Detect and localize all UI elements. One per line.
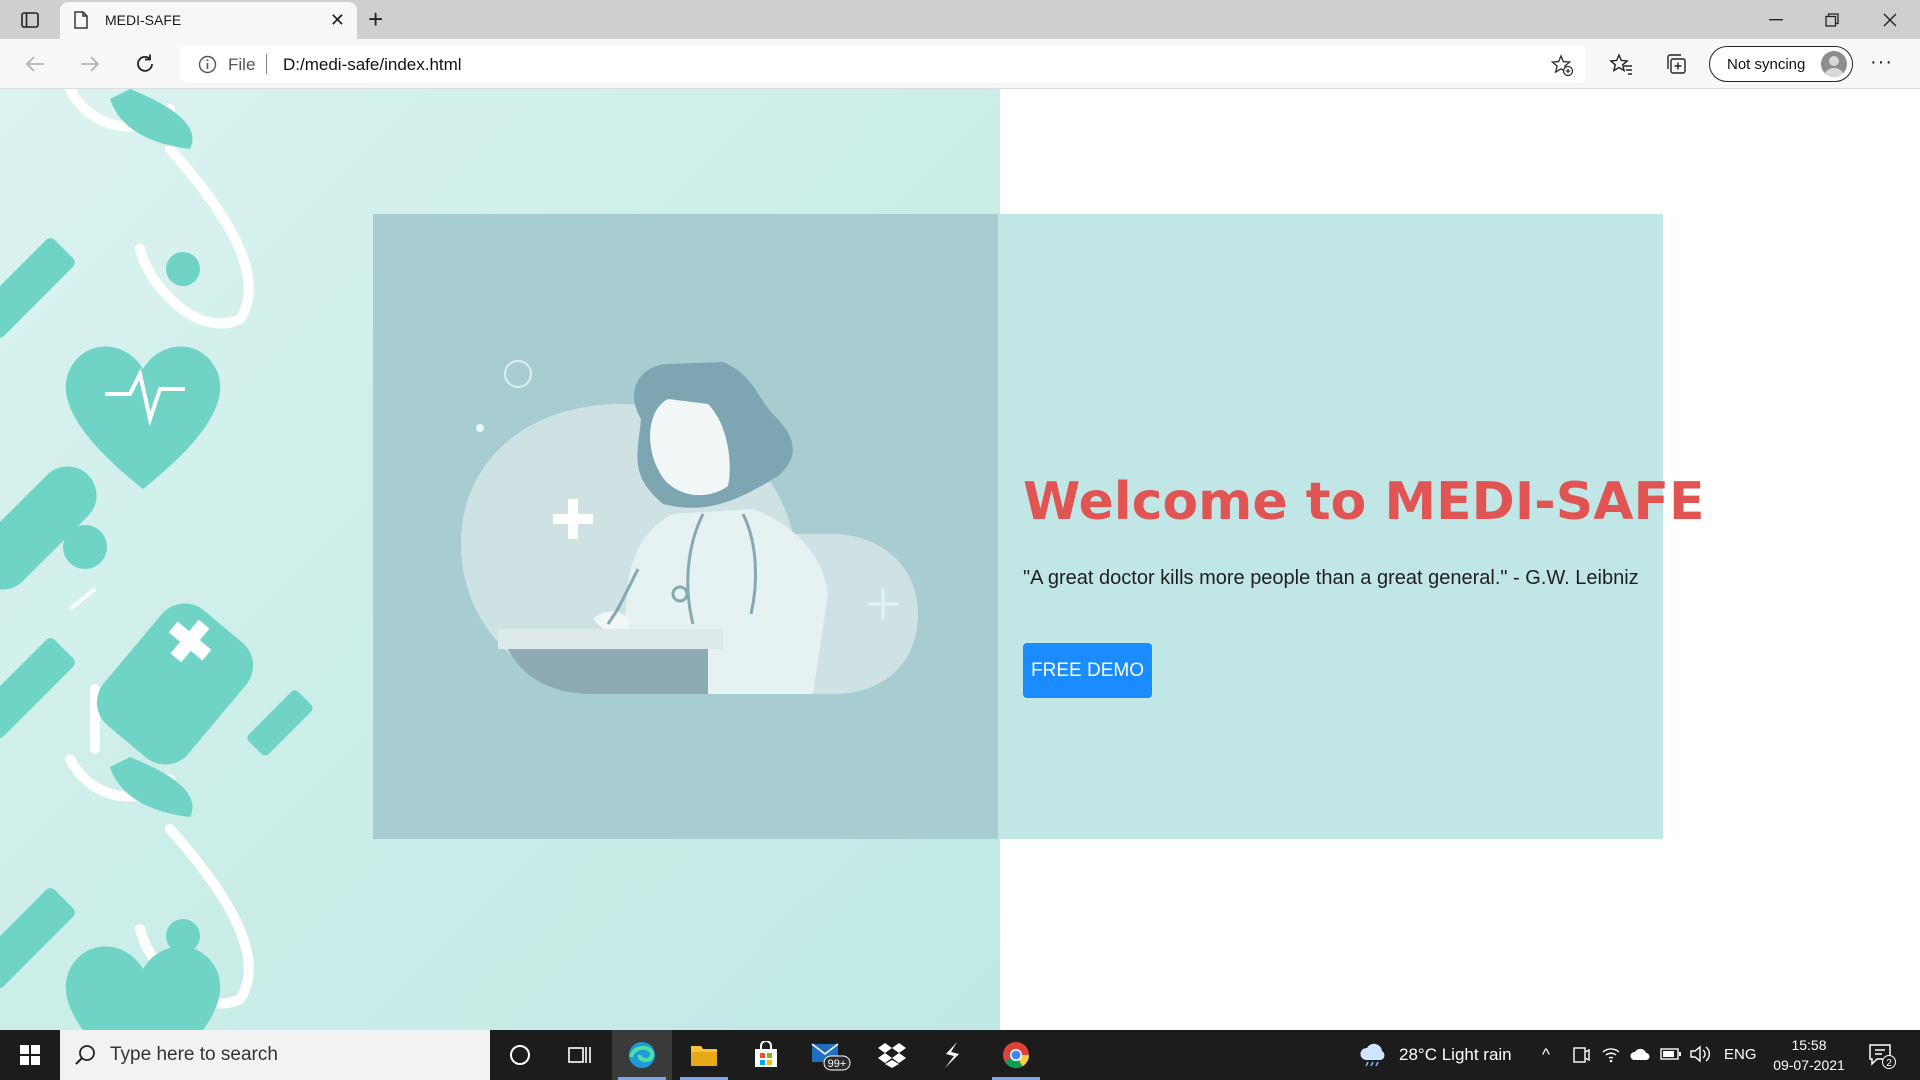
address-bar-row: File D:/medi-safe/index.html Not syncing… — [0, 39, 1920, 89]
page-heading: Welcome to MEDI-SAFE — [1023, 472, 1705, 532]
hero-quote: "A great doctor kills more people than a… — [1023, 567, 1639, 589]
new-tab-icon[interactable]: + — [368, 6, 383, 32]
language-indicator[interactable]: ENG — [1724, 1046, 1757, 1063]
edge-browser-icon[interactable] — [612, 1030, 672, 1080]
clock-date: 09-07-2021 — [1773, 1057, 1845, 1073]
store-icon[interactable] — [736, 1030, 796, 1080]
onedrive-icon[interactable] — [1630, 1047, 1650, 1066]
clock-time: 15:58 — [1791, 1037, 1827, 1053]
address-separator — [266, 54, 267, 74]
more-options-icon[interactable]: ··· — [1870, 51, 1893, 74]
hero-card: Welcome to MEDI-SAFE "A great doctor kil… — [373, 214, 1704, 839]
chrome-icon[interactable] — [986, 1030, 1046, 1080]
notification-count: 2 — [1886, 1058, 1892, 1069]
tab-strip: MEDI-SAFE ✕ + — [0, 0, 1920, 39]
weather-icon[interactable] — [1358, 1042, 1388, 1071]
notifications-icon[interactable]: 2 — [1868, 1043, 1896, 1074]
avatar-icon — [1821, 51, 1847, 77]
taskbar-clock[interactable]: 15:58 09-07-2021 — [1766, 1035, 1852, 1075]
doctor-illustration-art — [461, 360, 918, 694]
tab-title: MEDI-SAFE — [105, 12, 182, 28]
hero-text: Welcome to MEDI-SAFE "A great doctor kil… — [1023, 214, 1704, 839]
minimize-icon[interactable] — [1748, 0, 1804, 39]
add-favorite-icon[interactable] — [1550, 53, 1574, 82]
mail-icon[interactable]: 99+ — [800, 1030, 860, 1080]
cortana-icon[interactable] — [490, 1030, 550, 1080]
volume-icon[interactable] — [1690, 1045, 1712, 1068]
page-icon — [74, 11, 88, 34]
windows-start-icon[interactable] — [0, 1030, 60, 1080]
mail-badge: 99+ — [828, 1058, 847, 1070]
address-url[interactable]: D:/medi-safe/index.html — [283, 55, 462, 75]
close-window-icon[interactable] — [1862, 0, 1918, 39]
taskbar: Type here to search 99+ 28°C Light rain … — [0, 1030, 1920, 1080]
show-hidden-icons[interactable]: ^ — [1542, 1045, 1550, 1065]
address-scheme: File — [228, 55, 256, 74]
close-tab-icon[interactable]: ✕ — [330, 10, 345, 30]
refresh-icon[interactable] — [132, 51, 158, 77]
free-demo-button[interactable]: FREE DEMO — [1023, 643, 1152, 698]
task-view-icon[interactable] — [550, 1030, 610, 1080]
dropbox-icon[interactable] — [862, 1030, 922, 1080]
taskbar-search-box[interactable]: Type here to search — [60, 1030, 490, 1080]
file-explorer-icon[interactable] — [674, 1030, 734, 1080]
tab-actions-icon[interactable] — [18, 8, 42, 32]
doctor-illustration — [373, 214, 998, 839]
browser-tab[interactable]: MEDI-SAFE ✕ — [60, 2, 357, 39]
sublime-icon[interactable] — [922, 1030, 982, 1080]
meet-now-icon[interactable] — [1572, 1046, 1590, 1069]
address-bar[interactable]: File D:/medi-safe/index.html — [180, 45, 1586, 83]
back-icon[interactable] — [22, 51, 48, 77]
weather-text[interactable]: 28°C Light rain — [1399, 1045, 1512, 1065]
search-icon — [74, 1044, 96, 1071]
forward-icon[interactable] — [77, 51, 103, 77]
profile-label: Not syncing — [1727, 56, 1806, 73]
collections-icon[interactable] — [1663, 51, 1689, 77]
battery-icon[interactable] — [1660, 1047, 1682, 1066]
wifi-icon[interactable] — [1602, 1045, 1620, 1068]
profile-button[interactable]: Not syncing — [1709, 46, 1853, 82]
favorites-icon[interactable] — [1608, 51, 1634, 77]
search-placeholder: Type here to search — [110, 1044, 278, 1065]
page-viewport: Welcome to MEDI-SAFE "A great doctor kil… — [0, 89, 1920, 1030]
restore-icon[interactable] — [1804, 0, 1860, 39]
site-info-icon[interactable] — [198, 55, 217, 79]
